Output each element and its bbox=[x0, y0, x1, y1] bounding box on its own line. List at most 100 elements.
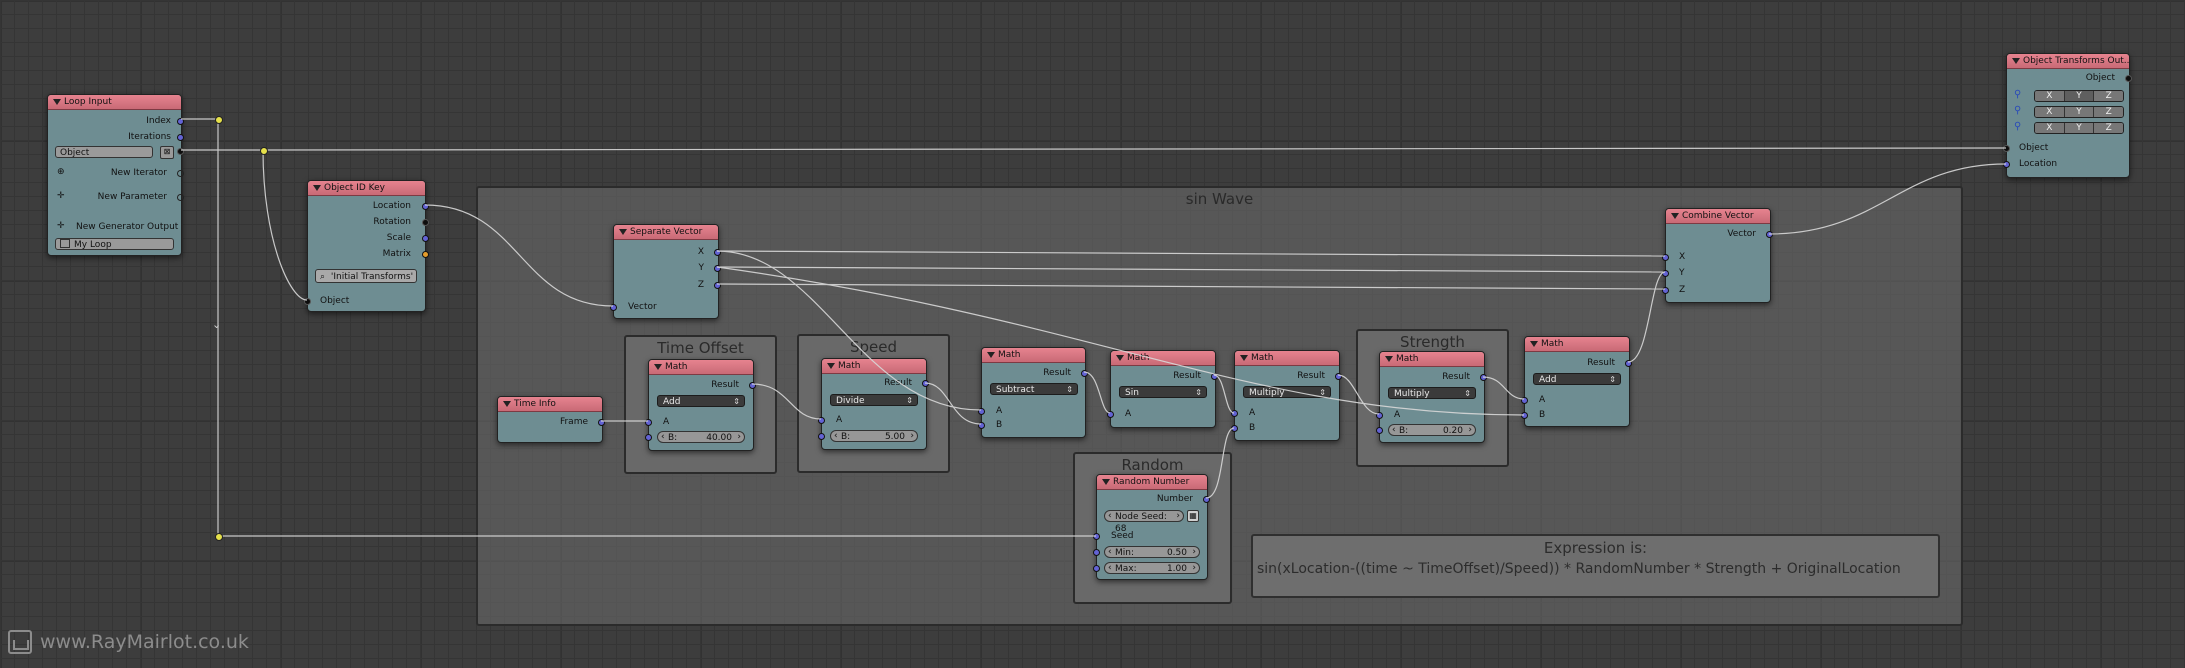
reroute-object[interactable] bbox=[260, 147, 268, 155]
key-select-button[interactable]: ⌕ 'Initial Transforms' bbox=[315, 269, 417, 283]
socket-a-input[interactable] bbox=[1107, 411, 1114, 418]
socket-max-input[interactable] bbox=[1093, 565, 1100, 572]
socket-rotation-output[interactable] bbox=[422, 219, 429, 226]
axis-toggle[interactable]: Z bbox=[2094, 123, 2123, 133]
socket-b-input[interactable] bbox=[1376, 427, 1383, 434]
max-value-field[interactable]: Max: 1.00 bbox=[1104, 562, 1200, 574]
b-value-field[interactable]: B: 40.00 bbox=[657, 431, 745, 443]
scale-axis-toggles[interactable]: X Y Z bbox=[2034, 122, 2124, 134]
node-math-subtract[interactable]: Math Result Subtract A B bbox=[978, 347, 1088, 438]
operation-dropdown[interactable]: Add bbox=[1533, 373, 1621, 386]
operation-dropdown[interactable]: Multiply bbox=[1388, 387, 1476, 400]
node-header[interactable]: Math bbox=[1111, 351, 1215, 366]
socket-location-input[interactable] bbox=[2003, 161, 2010, 168]
axis-toggle[interactable]: Y bbox=[2064, 91, 2095, 101]
b-value-field[interactable]: B: 5.00 bbox=[830, 430, 918, 442]
socket-b-input[interactable] bbox=[645, 434, 652, 441]
socket-object-output[interactable] bbox=[2125, 75, 2132, 82]
node-header[interactable]: Math bbox=[649, 360, 753, 375]
operation-dropdown[interactable]: Subtract bbox=[990, 383, 1078, 396]
socket-a-input[interactable] bbox=[818, 417, 825, 424]
axis-toggle[interactable]: Y bbox=[2064, 107, 2095, 117]
socket-seed-input[interactable] bbox=[1093, 533, 1100, 540]
node-header[interactable]: Separate Vector bbox=[614, 225, 718, 240]
axis-toggle[interactable]: Z bbox=[2094, 91, 2123, 101]
new-parameter-icon[interactable]: ✛ bbox=[57, 191, 65, 201]
socket-scale-output[interactable] bbox=[422, 235, 429, 242]
socket-result-output[interactable] bbox=[1335, 373, 1342, 380]
node-header[interactable]: Combine Vector bbox=[1666, 209, 1770, 224]
new-iterator-icon[interactable]: ⊕ bbox=[57, 167, 65, 177]
operation-dropdown[interactable]: Divide bbox=[830, 394, 918, 407]
expression-frame[interactable]: Expression is: sin(xLocation-((time ~ Ti… bbox=[1251, 534, 1940, 598]
socket-b-input[interactable] bbox=[978, 422, 985, 429]
socket-object-output[interactable] bbox=[177, 148, 184, 155]
socket-vector-output[interactable] bbox=[1766, 231, 1773, 238]
node-header[interactable]: Random Number bbox=[1097, 475, 1207, 490]
b-value-field[interactable]: B: 0.20 bbox=[1388, 424, 1476, 436]
node-header[interactable]: Math bbox=[1235, 351, 1339, 366]
socket-object-input[interactable] bbox=[2003, 145, 2010, 152]
socket-index-output[interactable] bbox=[177, 118, 184, 125]
node-seed-field[interactable]: Node Seed: 68 bbox=[1104, 510, 1184, 534]
node-combine-vector[interactable]: Combine Vector Vector X Y Z bbox=[1662, 208, 1773, 303]
socket-new-iterator[interactable] bbox=[177, 170, 184, 177]
socket-result-output[interactable] bbox=[922, 380, 929, 387]
rotation-axis-toggles[interactable]: X Y Z bbox=[2034, 106, 2124, 118]
node-header[interactable]: Math bbox=[1525, 337, 1629, 352]
node-object-id-key[interactable]: Object ID Key Location Rotation Scale Ma… bbox=[304, 180, 429, 312]
socket-location-output[interactable] bbox=[422, 203, 429, 210]
socket-b-input[interactable] bbox=[1231, 425, 1238, 432]
node-header[interactable]: Time Info bbox=[498, 397, 602, 412]
socket-number-output[interactable] bbox=[1203, 496, 1210, 503]
socket-a-input[interactable] bbox=[978, 408, 985, 415]
socket-x-output[interactable] bbox=[714, 249, 721, 256]
socket-result-output[interactable] bbox=[1081, 370, 1088, 377]
node-header[interactable]: Math bbox=[822, 359, 926, 374]
axis-toggle[interactable]: X bbox=[2035, 91, 2065, 101]
node-math-add[interactable]: Math Result Add A B bbox=[1521, 336, 1632, 427]
reroute-index-bottom[interactable] bbox=[215, 533, 223, 541]
socket-vector-input[interactable] bbox=[610, 304, 617, 311]
socket-matrix-output[interactable] bbox=[422, 251, 429, 258]
socket-result-output[interactable] bbox=[749, 382, 756, 389]
socket-a-input[interactable] bbox=[1231, 410, 1238, 417]
node-separate-vector[interactable]: Separate Vector X Y Z Vector bbox=[610, 224, 721, 319]
socket-b-input[interactable] bbox=[818, 433, 825, 440]
socket-result-output[interactable] bbox=[1211, 373, 1218, 380]
new-generator-output-icon[interactable]: ✛ bbox=[57, 221, 65, 231]
location-axis-toggles[interactable]: X Y Z bbox=[2034, 90, 2124, 102]
socket-result-output[interactable] bbox=[1625, 360, 1632, 367]
node-time-info[interactable]: Time Info Frame bbox=[497, 396, 605, 443]
node-random-number[interactable]: Random Number Number Node Seed: 68 ▦ See… bbox=[1093, 474, 1210, 580]
socket-y-input[interactable] bbox=[1662, 270, 1669, 277]
node-header[interactable]: Object Transforms Out... bbox=[2007, 54, 2129, 69]
node-object-transforms-output[interactable]: Object Transforms Out... Object ⚲ X Y Z … bbox=[2003, 53, 2132, 178]
node-header[interactable]: Object ID Key bbox=[308, 181, 425, 196]
new-parameter-label[interactable]: New Parameter bbox=[98, 191, 167, 204]
axis-toggle[interactable]: X bbox=[2035, 107, 2065, 117]
socket-result-output[interactable] bbox=[1480, 374, 1487, 381]
loop-name-field[interactable]: My Loop bbox=[55, 238, 174, 250]
node-header[interactable]: Math bbox=[982, 348, 1085, 363]
reroute-index-top[interactable] bbox=[215, 116, 223, 124]
randomize-seed-icon[interactable]: ▦ bbox=[1187, 510, 1199, 522]
new-iterator-label[interactable]: New Iterator bbox=[111, 167, 167, 180]
min-value-field[interactable]: Min: 0.50 bbox=[1104, 546, 1200, 558]
socket-a-input[interactable] bbox=[1521, 397, 1528, 404]
node-math-divide-speed[interactable]: Math Result Divide A B: 5.00 bbox=[818, 358, 929, 450]
node-math-sin[interactable]: Math Result Sin A bbox=[1107, 350, 1218, 428]
socket-frame-output[interactable] bbox=[598, 419, 605, 426]
operation-dropdown[interactable]: Sin bbox=[1119, 386, 1207, 399]
node-loop-input[interactable]: Loop Input Index Iterations Object ⊠ ⊕ N… bbox=[47, 94, 184, 256]
node-header[interactable]: Loop Input bbox=[48, 95, 181, 110]
socket-z-input[interactable] bbox=[1662, 287, 1669, 294]
socket-a-input[interactable] bbox=[645, 419, 652, 426]
axis-toggle[interactable]: Y bbox=[2064, 123, 2095, 133]
operation-dropdown[interactable]: Multiply bbox=[1243, 386, 1331, 399]
socket-x-input[interactable] bbox=[1662, 254, 1669, 261]
socket-min-input[interactable] bbox=[1093, 549, 1100, 556]
socket-new-parameter[interactable] bbox=[177, 194, 184, 201]
socket-b-input[interactable] bbox=[1521, 412, 1528, 419]
socket-z-output[interactable] bbox=[714, 282, 721, 289]
